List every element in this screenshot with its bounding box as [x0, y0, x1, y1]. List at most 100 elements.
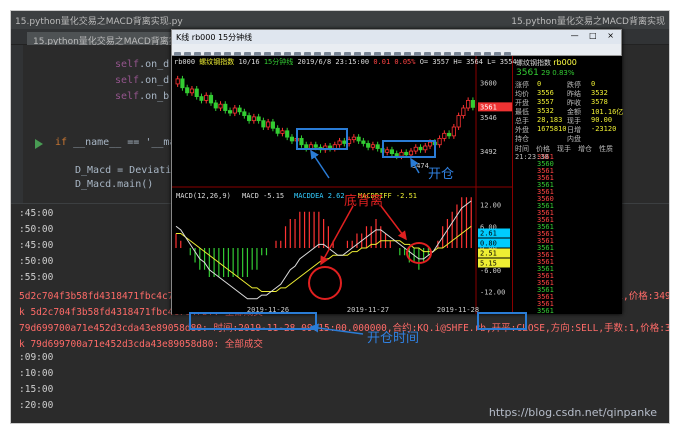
- console-line: :45:00: [19, 240, 54, 251]
- candle: [218, 103, 223, 109]
- candle: [351, 136, 356, 141]
- candle: [285, 130, 290, 138]
- info-ohlc: O= 3557 H= 3564 L= 3554: [419, 58, 517, 66]
- quote-cell: 持仓: [515, 135, 529, 143]
- candle: [456, 115, 461, 128]
- macd-tag-text: 2.51: [480, 250, 497, 258]
- console-line: :45:00: [19, 208, 54, 219]
- quote-cell: 3532: [537, 107, 554, 115]
- code-line: self.on_d: [115, 75, 170, 86]
- quote-change: 29: [541, 69, 551, 77]
- quote-pct: 0.83%: [552, 69, 575, 77]
- candle: [461, 107, 466, 116]
- watermark: https://blog.csdn.net/qinpanke: [488, 406, 657, 419]
- candle: [442, 132, 447, 139]
- candle: [208, 94, 214, 104]
- open-time-label: 开仓时间: [367, 331, 420, 346]
- candle: [437, 138, 442, 146]
- candle: [366, 143, 371, 148]
- console-line: :50:00: [19, 224, 54, 235]
- trade-header: 时间 价格 现手 增仓 性质: [515, 144, 621, 153]
- highlight-box: [296, 128, 348, 150]
- divergence-circle: [406, 242, 432, 264]
- candle: [466, 100, 471, 109]
- console-line: 79d699700a71e452d3cda43e89058d80: 时间:201…: [19, 323, 670, 334]
- code-line: self.on_b: [115, 91, 170, 102]
- ide-title-left: 15.python量化交易之MACD背离实现.py: [15, 17, 183, 27]
- run-gutter-icon[interactable]: [35, 139, 43, 149]
- candle: [180, 78, 185, 89]
- candle: [261, 120, 266, 128]
- candle: [361, 140, 366, 144]
- console-line: :20:00: [19, 400, 54, 411]
- candle: [375, 144, 380, 149]
- price-tick: 3600: [480, 80, 497, 88]
- candle: [266, 121, 271, 128]
- screenshot-frame: 15.python量化交易之MACD背离实现.py 15.python量化交易之…: [10, 10, 670, 424]
- date-tick: 2019-11-27: [347, 306, 389, 314]
- quote-cell: 3556: [537, 89, 554, 97]
- time-highlight-box: [189, 312, 317, 330]
- ide-titlebar: 15.python量化交易之MACD背离实现.py 15.python量化交易之…: [11, 11, 669, 29]
- quote-name: 螺纹钢指数: [516, 59, 551, 67]
- trade-price: 3561: [537, 307, 554, 315]
- info-period: 15分钟线: [263, 58, 294, 66]
- kline-title: K线 rb000 15分钟线: [176, 33, 253, 42]
- quote-row: 持仓 内盘: [515, 134, 621, 143]
- candle: [289, 136, 295, 142]
- candle: [213, 102, 218, 109]
- quote-code: rb000: [553, 58, 577, 67]
- candle: [223, 103, 228, 111]
- macd-tag-text: 5.15: [480, 260, 497, 268]
- info-symbol: rb000: [174, 58, 196, 66]
- macd-label: MACD(12,26,9): [176, 192, 231, 200]
- candle: [194, 88, 199, 97]
- macd-tick: -12.00: [480, 289, 505, 297]
- candle: [447, 132, 452, 137]
- low-label: 3474: [412, 162, 429, 170]
- kline-chart[interactable]: 3600 3546 3492 3561 3474 MACD(12,26,9) MACD -5…: [172, 56, 512, 314]
- info-datetime: 2019/6/8 23:15:00: [297, 58, 370, 66]
- code-line: D_Macd.main(): [75, 179, 154, 190]
- quote-cell: 3532: [591, 89, 608, 97]
- info-vals: 0.01 0.05%: [373, 58, 416, 66]
- macd-value: MACD -5.15: [242, 192, 284, 200]
- code-line: D_Macd = Deviation: [75, 165, 184, 176]
- quote-row: 最低 3532 金额 101.16亿: [515, 107, 623, 116]
- quote-side-panel: 螺纹钢指数 rb000 3561 29 0.83% 涨停 0 跌停 0 均价 3556 昨结…: [512, 56, 623, 315]
- trade-row: 3561: [515, 307, 621, 315]
- console-line: :09:00: [19, 352, 54, 363]
- highlight-box: [382, 140, 436, 158]
- macd-tick: 12.00: [480, 202, 501, 210]
- direction-highlight-box: [477, 312, 527, 330]
- candle: [189, 88, 195, 94]
- quote-cell: 3578: [591, 98, 608, 106]
- kline-titlebar[interactable]: K线 rb000 15分钟线 — □ ×: [172, 30, 621, 44]
- quote-cell: 0: [591, 80, 596, 88]
- macd-dea-value: MACDDEA 2.62: [294, 192, 345, 200]
- candle: [356, 136, 361, 142]
- quote-cell: 3557: [537, 98, 554, 106]
- line-gutter: [11, 45, 23, 209]
- price-tick: 3492: [480, 148, 497, 156]
- divergence-label: 底背离: [344, 194, 384, 209]
- kline-window[interactable]: K线 rb000 15分钟线 — □ × rb000 螺纹钢指数 10/16 1…: [171, 29, 623, 315]
- candle: [185, 87, 190, 94]
- candle: [175, 78, 180, 85]
- candle: [370, 144, 375, 148]
- window-controls[interactable]: — □ ×: [571, 31, 618, 40]
- macd-tag-text: 0.80: [480, 240, 497, 248]
- quote-row: 外盘 1675810 日增 -23120: [515, 125, 621, 134]
- console-line: :15:00: [19, 384, 54, 395]
- quote-row: 涨停 0 跌停 0: [515, 80, 621, 89]
- candle: [247, 115, 252, 122]
- quote-cell: 0: [537, 80, 542, 88]
- macd-tag-text: 2.61: [480, 230, 497, 238]
- price-tag-text: 3561: [480, 103, 497, 111]
- candle: [280, 130, 285, 134]
- quote-header: 螺纹钢指数 rb000 3561 29 0.83%: [513, 56, 623, 78]
- candle: [451, 126, 456, 137]
- kline-toolbar[interactable]: [172, 44, 621, 59]
- quote-row: 总手 28,183 现手 90.00: [515, 116, 621, 125]
- candle: [256, 116, 261, 122]
